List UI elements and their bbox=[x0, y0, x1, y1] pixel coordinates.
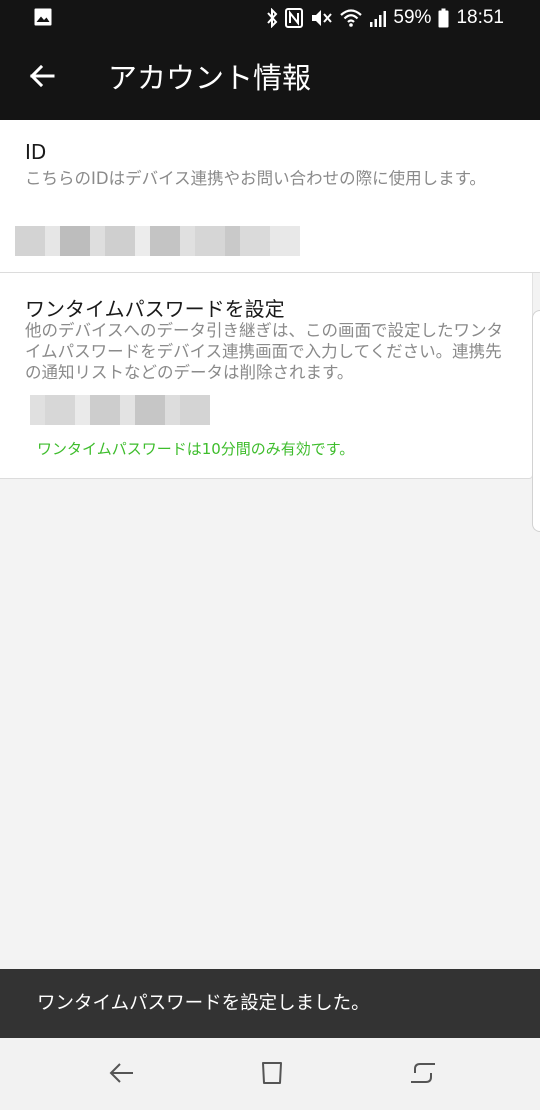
navigation-bar bbox=[0, 1038, 540, 1110]
status-icons: 59% 18:51 bbox=[266, 0, 504, 36]
home-nav-icon bbox=[259, 1060, 285, 1090]
id-value-redacted bbox=[15, 226, 300, 256]
recents-nav-icon bbox=[410, 1060, 436, 1090]
otp-section: ワンタイムパスワードを設定 他のデバイスへのデータ引き継ぎは、この画面で設定した… bbox=[0, 273, 533, 479]
id-title: ID bbox=[25, 140, 47, 164]
snackbar-message: ワンタイムパスワードを設定しました。 bbox=[37, 993, 370, 1014]
wifi-icon bbox=[339, 8, 363, 28]
otp-value-redacted bbox=[30, 395, 210, 425]
bluetooth-icon bbox=[266, 8, 278, 28]
otp-validity-note: ワンタイムパスワードは10分間のみ有効です。 bbox=[37, 440, 355, 458]
clock: 18:51 bbox=[456, 7, 504, 28]
app-bar: アカウント情報 bbox=[0, 36, 540, 120]
id-description: こちらのIDはデバイス連携やお問い合わせの際に使用します。 bbox=[25, 169, 486, 188]
arrow-left-icon bbox=[29, 64, 55, 91]
mute-icon bbox=[310, 8, 333, 28]
status-bar: 59% 18:51 bbox=[0, 0, 540, 36]
snackbar: ワンタイムパスワードを設定しました。 bbox=[0, 969, 540, 1038]
back-nav-icon bbox=[108, 1060, 134, 1090]
nfc-icon bbox=[285, 8, 304, 28]
image-icon bbox=[34, 8, 52, 30]
nav-home-button[interactable] bbox=[256, 1059, 288, 1091]
page-title: アカウント情報 bbox=[108, 61, 312, 95]
otp-title: ワンタイムパスワードを設定 bbox=[25, 297, 285, 321]
edge-panel-handle[interactable] bbox=[532, 310, 540, 532]
nav-recents-button[interactable] bbox=[407, 1059, 439, 1091]
battery-text: 59% bbox=[393, 7, 432, 28]
signal-icon bbox=[370, 8, 387, 28]
nav-back-button[interactable] bbox=[105, 1059, 137, 1091]
back-button[interactable] bbox=[22, 58, 62, 98]
id-section: ID こちらのIDはデバイス連携やお問い合わせの際に使用します。 bbox=[0, 120, 540, 273]
battery-icon bbox=[438, 8, 449, 28]
otp-description: 他のデバイスへのデータ引き継ぎは、この画面で設定したワンタイムパスワードをデバイ… bbox=[25, 321, 504, 382]
